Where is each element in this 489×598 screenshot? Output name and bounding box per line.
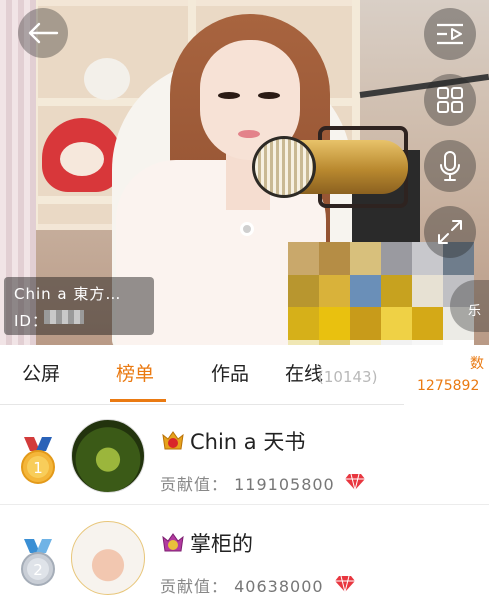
contribution-label: 贡献值： — [160, 577, 229, 596]
level-badge-icon — [162, 431, 184, 450]
stat-label: 数 — [470, 356, 484, 372]
plush-toy — [42, 118, 122, 192]
streamer-id-masked — [44, 310, 84, 324]
playlist-icon — [437, 23, 463, 45]
gold-medal-icon: 1 — [21, 437, 55, 484]
streamer-info-card[interactable]: Chin a 東方… ID： — [4, 277, 154, 335]
rank-number: 1 — [33, 459, 43, 477]
diamond-icon — [335, 575, 355, 593]
user-name[interactable]: 掌柜的 — [190, 528, 253, 558]
plush-toy — [84, 58, 130, 100]
necklace — [240, 222, 254, 236]
online-count: (10143) — [318, 368, 378, 386]
playlist-button[interactable] — [424, 8, 476, 60]
avatar[interactable] — [71, 521, 145, 595]
streamer-eye — [218, 92, 240, 99]
live-video[interactable]: 乐 Chin a 東方… ID： — [0, 0, 489, 345]
contribution-label: 贡献值： — [160, 475, 229, 494]
contribution: 贡献值： 40638000 — [160, 573, 324, 597]
diamond-icon — [345, 473, 365, 491]
voice-button[interactable] — [424, 140, 476, 192]
silver-medal-icon: 2 — [21, 539, 55, 586]
level-badge-icon — [162, 533, 184, 552]
contribution-value: 40638000 — [234, 577, 324, 596]
avatar[interactable] — [71, 419, 145, 493]
back-button[interactable] — [18, 8, 68, 58]
microphone-grille — [252, 136, 316, 198]
microphone-icon — [440, 151, 460, 181]
side-partial-text: 乐 — [468, 304, 482, 319]
stat-value: 1275892 — [417, 378, 480, 394]
ranking-row[interactable]: 1 Chin a 天书 贡献值： 119105800 — [0, 405, 489, 505]
tab-works[interactable]: 作品 — [211, 345, 249, 405]
tab-public-chat[interactable]: 公屏 — [22, 345, 60, 405]
rank-number: 2 — [33, 561, 43, 579]
streamer-name: Chin a 東方… — [14, 285, 122, 303]
back-arrow-icon — [28, 22, 59, 44]
active-tab-indicator — [110, 399, 166, 402]
ranking-row[interactable]: 2 掌柜的 贡献值： 40638000 — [0, 507, 489, 598]
tab-ranking[interactable]: 榜单 — [116, 345, 154, 405]
streamer-lips — [238, 130, 260, 138]
contribution-value: 119105800 — [234, 475, 335, 494]
streamer-eye — [258, 92, 280, 99]
user-name[interactable]: Chin a 天书 — [190, 426, 305, 456]
contribution: 贡献值： 119105800 — [160, 471, 335, 495]
fullscreen-button[interactable] — [424, 206, 476, 258]
grid-icon — [437, 87, 463, 113]
layout-button[interactable] — [424, 74, 476, 126]
fullscreen-icon — [438, 220, 462, 244]
